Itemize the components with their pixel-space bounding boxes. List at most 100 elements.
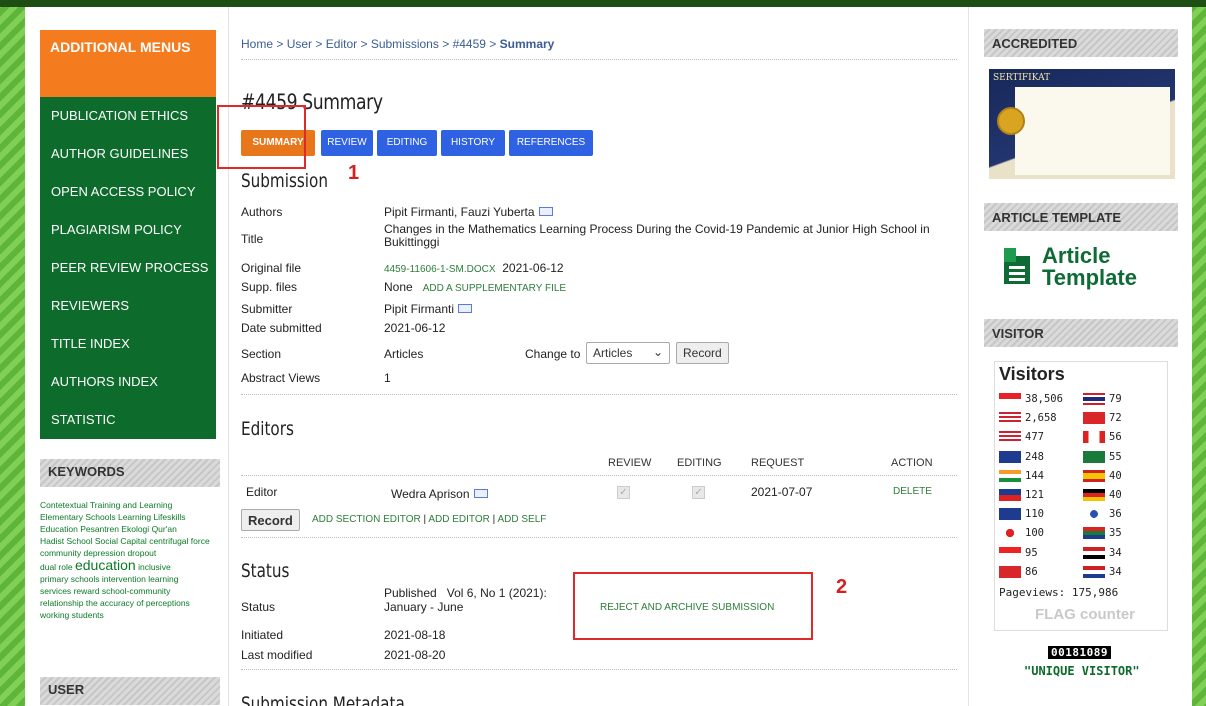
keyword-link[interactable]: intervention (102, 574, 146, 584)
menu-item-peer-review-process[interactable]: PEER REVIEW PROCESS (40, 249, 216, 287)
keyword-link[interactable]: inclusive (138, 562, 171, 572)
keyword-link[interactable]: centrifugal force (149, 536, 209, 546)
flag-gb-icon (999, 508, 1021, 521)
divider (241, 669, 957, 670)
keyword-link[interactable]: Qur'an (152, 524, 177, 534)
keyword-link[interactable]: Pesantren Ekologi (80, 524, 149, 534)
tab-editing[interactable]: EDITING (377, 130, 437, 156)
visitor-count: 86 (1025, 565, 1038, 578)
breadcrumb-submissions[interactable]: Submissions (371, 37, 439, 51)
medal-icon (997, 107, 1025, 135)
breadcrumb-user[interactable]: User (287, 37, 312, 51)
original-file-value: 4459-11606-1-SM.DOCX 2021-06-12 (384, 261, 564, 275)
visitor-count: 35 (1109, 527, 1122, 540)
breadcrumb-separator: > (360, 37, 368, 51)
flag-in-icon (999, 469, 1021, 482)
breadcrumb-id[interactable]: #4459 (453, 37, 486, 51)
keywords-heading: KEYWORDS (40, 459, 220, 487)
tab-history[interactable]: HISTORY (441, 130, 505, 156)
tab-references[interactable]: REFERENCES (509, 130, 593, 156)
status-heading: Status (241, 560, 290, 582)
visitor-count: 100 (1025, 527, 1044, 540)
keyword-link[interactable]: School (66, 536, 92, 546)
document-icon[interactable] (1002, 248, 1032, 286)
unique-visitor-label: "UNIQUE VISITOR" (1024, 664, 1140, 678)
authors-text: Pipit Firmanti, Fauzi Yuberta (384, 205, 535, 219)
email-icon[interactable] (538, 207, 553, 217)
keyword-link[interactable]: primary schools (40, 574, 100, 584)
review-checkbox[interactable]: ✓ (617, 486, 630, 499)
keyword-link[interactable]: reward (74, 586, 100, 596)
visitor-heading: VISITOR (984, 319, 1178, 347)
accreditation-certificate-image[interactable]: SERTIFIKAT (989, 69, 1175, 179)
record-editors-button[interactable]: Record (241, 509, 300, 531)
keyword-link[interactable]: Hadist (40, 536, 64, 546)
keyword-link[interactable]: Contetextual Training and Learning (40, 500, 172, 510)
menu-item-title-index[interactable]: TITLE INDEX (40, 325, 216, 363)
keyword-link[interactable]: working students (40, 610, 104, 620)
flag-au-icon (999, 450, 1021, 463)
email-icon[interactable] (473, 489, 488, 499)
editor-name-cell: Wedra Aprison (391, 487, 488, 501)
article-template-link[interactable]: Article Template (1042, 245, 1137, 289)
keyword-link[interactable]: learning (148, 574, 178, 584)
menu-item-open-access-policy[interactable]: OPEN ACCESS POLICY (40, 173, 216, 211)
title-value: Changes in the Mathematics Learning Proc… (384, 222, 930, 249)
keyword-link[interactable]: education (75, 557, 136, 573)
flag-id-icon (999, 393, 1021, 405)
add-section-editor-link[interactable]: ADD SECTION EDITOR (312, 514, 421, 525)
delete-editor-link[interactable]: DELETE (893, 486, 932, 497)
visitor-row: 100 (999, 526, 1044, 540)
tab-review[interactable]: REVIEW (321, 130, 373, 156)
breadcrumb-editor[interactable]: Editor (326, 37, 357, 51)
status-value: Published Vol 6, No 1 (2021): January - J… (384, 586, 547, 614)
menu-item-authors-index[interactable]: AUTHORS INDEX (40, 363, 216, 401)
record-section-button[interactable]: Record (676, 342, 729, 364)
top-bar (0, 0, 1206, 7)
add-self-link[interactable]: ADD SELF (497, 514, 546, 525)
flag-kr-icon (1083, 508, 1105, 521)
annotation-box-2 (573, 572, 813, 640)
menu-item-publication-ethics[interactable]: PUBLICATION ETHICS (40, 97, 216, 135)
original-file-link[interactable]: 4459-11606-1-SM.DOCX (384, 264, 496, 275)
keyword-link[interactable]: services (40, 586, 71, 596)
editing-checkbox[interactable]: ✓ (692, 486, 705, 499)
date-submitted-label: Date submitted (241, 321, 322, 335)
keyword-link[interactable]: Learning (118, 512, 151, 522)
menu-item-reviewers[interactable]: REVIEWERS (40, 287, 216, 325)
metadata-heading: Submission Metadata (241, 693, 405, 706)
breadcrumb-home[interactable]: Home (241, 37, 273, 51)
editor-name: Wedra Aprison (391, 487, 470, 501)
menu-item-author-guidelines[interactable]: AUTHOR GUIDELINES (40, 135, 216, 173)
submitter-value: Pipit Firmanti (384, 302, 473, 316)
flag-counter-widget[interactable]: Visitors 38,506 2,658 477 248 144 121 110 100 95… (994, 361, 1168, 631)
visitor-row: 79 (1083, 392, 1122, 406)
keyword-link[interactable]: school-community (102, 586, 171, 596)
abstract-views-value: 1 (384, 371, 391, 385)
section-select[interactable]: Articles ⌄ (586, 342, 670, 364)
visitor-count: 72 (1109, 412, 1122, 425)
flag-us-icon (999, 412, 1021, 425)
visitor-row: 86 (999, 565, 1038, 579)
divider (241, 537, 957, 538)
chevron-down-icon: ⌄ (652, 345, 663, 359)
email-icon[interactable] (458, 304, 473, 314)
keyword-link[interactable]: the accuracy of perceptions (86, 598, 190, 608)
keyword-link[interactable]: Lifeskills (153, 512, 185, 522)
add-supplementary-file-link[interactable]: ADD A SUPPLEMENTARY FILE (423, 283, 566, 294)
authors-label: Authors (241, 205, 283, 219)
keyword-link[interactable]: Elementary Schools (40, 512, 116, 522)
add-editor-link[interactable]: ADD EDITOR (428, 514, 490, 525)
menu-item-plagiarism-policy[interactable]: PLAGIARISM POLICY (40, 211, 216, 249)
visitor-count: 36 (1109, 508, 1122, 521)
keyword-link[interactable]: Education (40, 524, 78, 534)
keyword-link[interactable]: Social Capital (95, 536, 147, 546)
additional-menu: PUBLICATION ETHICS AUTHOR GUIDELINES OPE… (40, 97, 216, 439)
keyword-link[interactable]: relationship (40, 598, 83, 608)
menu-item-statistic[interactable]: STATISTIC (40, 401, 216, 439)
flag-tr-icon (1083, 412, 1105, 425)
keyword-link[interactable]: dual role (40, 562, 73, 572)
breadcrumb-separator: > (315, 37, 323, 51)
flag-sg-icon (999, 546, 1021, 559)
abstract-views-label: Abstract Views (241, 371, 321, 385)
